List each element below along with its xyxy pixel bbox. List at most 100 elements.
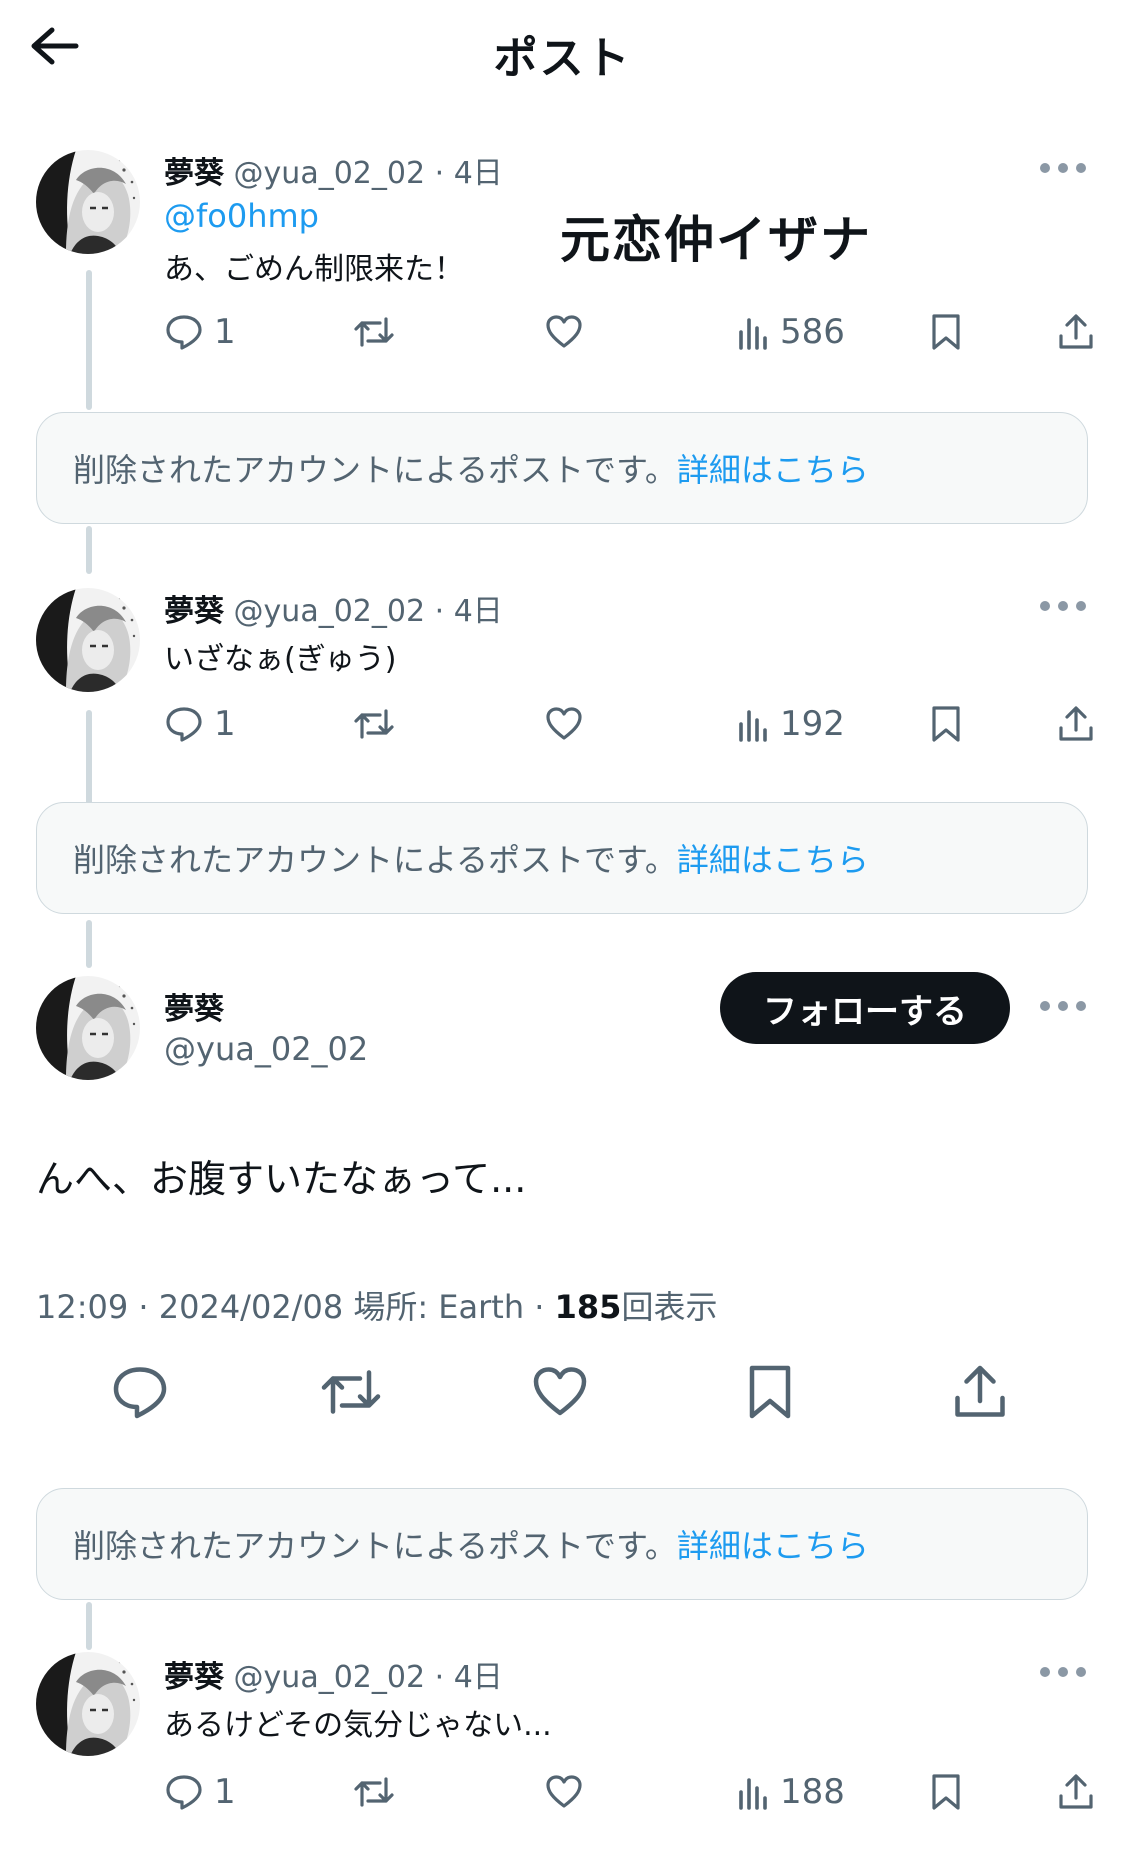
handle[interactable]: @yua_02_02	[234, 156, 426, 191]
avatar[interactable]	[36, 150, 140, 254]
views-button[interactable]: 192	[738, 704, 845, 744]
avatar[interactable]	[36, 1652, 140, 1756]
view-count: 192	[780, 704, 845, 744]
share-button[interactable]	[1056, 1772, 1096, 1812]
separator: ·	[434, 156, 445, 191]
deleted-account-notice: 削除されたアカウントによるポストです。 詳細はこちら	[36, 412, 1088, 524]
like-icon	[544, 312, 584, 352]
repost-button[interactable]	[352, 312, 396, 352]
repost-button[interactable]	[352, 1772, 396, 1812]
thread-line	[86, 270, 92, 410]
reply-button[interactable]: 1	[164, 704, 236, 744]
handle[interactable]: @yua_02_02	[234, 1660, 426, 1695]
deleted-account-notice: 削除されたアカウントによるポストです。 詳細はこちら	[36, 802, 1088, 914]
reply-button[interactable]: 1	[164, 1772, 236, 1812]
notice-text: 削除されたアカウントによるポストです。	[73, 841, 677, 879]
like-icon	[544, 704, 584, 744]
bookmark-button[interactable]	[930, 312, 962, 352]
handle[interactable]: @yua_02_02	[164, 1030, 368, 1068]
views-icon	[738, 312, 770, 352]
post-metadata: 12:09 · 2024/02/08 場所: Earth · 185回表示	[36, 1282, 717, 1328]
separator: ·	[138, 1288, 149, 1326]
display-name[interactable]: 夢葵	[164, 156, 224, 191]
handle[interactable]: @yua_02_02	[234, 594, 426, 629]
display-name[interactable]: 夢葵	[164, 1660, 224, 1695]
bookmark-icon	[930, 704, 962, 744]
mention-link[interactable]: @fo0hmp	[164, 197, 319, 235]
reply-icon	[164, 1772, 204, 1812]
reply-count: 1	[214, 704, 236, 744]
post-header: 夢葵 @yua_02_02 · 4日	[164, 1652, 503, 1696]
post-time[interactable]: 12:09	[36, 1288, 128, 1326]
timestamp[interactable]: 4日	[454, 156, 503, 191]
repost-icon	[352, 1772, 396, 1812]
avatar[interactable]	[36, 976, 140, 1080]
thread-line	[86, 710, 92, 810]
share-button[interactable]	[950, 1362, 1010, 1422]
share-icon	[950, 1362, 1010, 1422]
details-link[interactable]: 詳細はこちら	[677, 445, 869, 491]
bookmark-button[interactable]	[746, 1362, 794, 1422]
post-header: 夢葵 @yua_02_02 · 4日	[164, 586, 503, 630]
share-icon	[1056, 1772, 1096, 1812]
separator: ·	[434, 594, 445, 629]
views-count: 185	[554, 1288, 622, 1326]
reply-button[interactable]: 1	[164, 312, 236, 352]
reply-count: 1	[214, 1772, 236, 1812]
post-text: いざなぁ(ぎゅう)	[164, 642, 397, 677]
repost-icon	[318, 1362, 384, 1422]
separator: ·	[534, 1288, 545, 1326]
views-button[interactable]: 586	[738, 312, 845, 352]
repost-icon	[352, 312, 396, 352]
share-button[interactable]	[1056, 704, 1096, 744]
bookmark-button[interactable]	[930, 704, 962, 744]
more-icon[interactable]	[1040, 163, 1086, 175]
like-button[interactable]	[530, 1362, 590, 1422]
views-icon	[738, 1772, 770, 1812]
timestamp[interactable]: 4日	[454, 1660, 503, 1695]
avatar[interactable]	[36, 588, 140, 692]
share-icon	[1056, 704, 1096, 744]
share-button[interactable]	[1056, 312, 1096, 352]
follow-button[interactable]: フォローする	[720, 972, 1010, 1044]
repost-button[interactable]	[352, 704, 396, 744]
views-icon	[738, 704, 770, 744]
thread-line	[86, 920, 92, 968]
reply-count: 1	[214, 312, 236, 352]
details-link[interactable]: 詳細はこちら	[677, 835, 869, 881]
notice-text: 削除されたアカウントによるポストです。	[73, 1527, 677, 1565]
post-date[interactable]: 2024/02/08	[159, 1288, 343, 1326]
timestamp[interactable]: 4日	[454, 594, 503, 629]
deleted-account-notice: 削除されたアカウントによるポストです。 詳細はこちら	[36, 1488, 1088, 1600]
view-count: 586	[780, 312, 845, 352]
share-icon	[1056, 312, 1096, 352]
bookmark-icon	[930, 312, 962, 352]
like-button[interactable]	[544, 312, 584, 352]
display-name[interactable]: 夢葵	[164, 984, 224, 1028]
details-link[interactable]: 詳細はこちら	[677, 1521, 869, 1567]
like-button[interactable]	[544, 1772, 584, 1812]
like-icon	[544, 1772, 584, 1812]
views-button[interactable]: 188	[738, 1772, 845, 1812]
more-icon[interactable]	[1040, 1001, 1086, 1013]
bookmark-icon	[746, 1362, 794, 1422]
reply-button[interactable]	[110, 1362, 170, 1422]
post-text: あるけどその気分じゃない...	[164, 1708, 552, 1743]
overlay-caption: 元恋仲イザナ	[560, 211, 872, 269]
bookmark-button[interactable]	[930, 1772, 962, 1812]
page-title: ポスト	[493, 33, 632, 84]
display-name[interactable]: 夢葵	[164, 594, 224, 629]
views-label: 回表示	[621, 1288, 718, 1326]
view-count: 188	[780, 1772, 845, 1812]
thread-line	[86, 1602, 92, 1650]
more-icon[interactable]	[1040, 1667, 1086, 1679]
more-icon[interactable]	[1040, 601, 1086, 613]
like-button[interactable]	[544, 704, 584, 744]
reply-icon	[164, 704, 204, 744]
like-icon	[530, 1362, 590, 1422]
reply-icon	[164, 312, 204, 352]
post-text: んへ、お腹すいたなぁって...	[36, 1157, 527, 1201]
repost-icon	[352, 704, 396, 744]
repost-button[interactable]	[318, 1362, 384, 1422]
post-location: 場所: Earth	[353, 1288, 525, 1326]
